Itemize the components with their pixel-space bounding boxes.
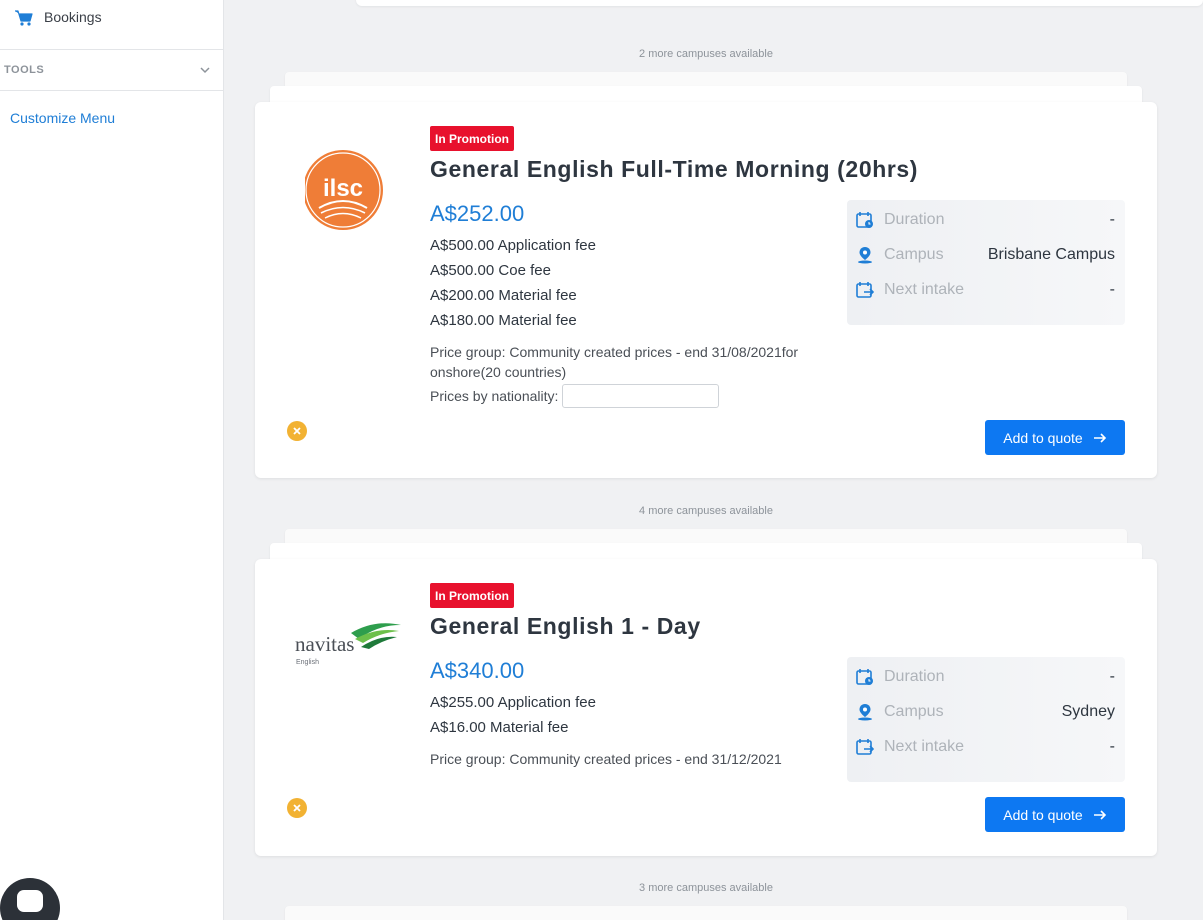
location-pin-icon <box>858 247 872 264</box>
nationality-label: Prices by nationality: <box>430 388 559 404</box>
prices-by-nationality: Prices by nationality: <box>430 384 825 408</box>
info-label: Next intake <box>884 738 965 755</box>
promotion-badge: In Promotion <box>430 126 514 151</box>
fee-item: A$16.00 Material fee <box>430 719 569 736</box>
more-campuses-link[interactable]: 3 more campuses available <box>255 882 1157 894</box>
chat-icon <box>17 890 43 912</box>
fee-item: A$500.00 Coe fee <box>430 262 551 279</box>
close-icon <box>293 427 301 435</box>
info-value: Sydney <box>1061 703 1115 720</box>
info-value: Brisbane Campus <box>987 246 1115 263</box>
close-icon <box>293 804 301 812</box>
course-title[interactable]: General English 1 - Day <box>430 613 701 640</box>
calendar-arrow-icon <box>856 282 874 298</box>
previous-course-card <box>356 0 1203 6</box>
course-card: ilsc In Promotion General English Full-T… <box>255 102 1157 478</box>
chat-button[interactable] <box>0 878 60 920</box>
fee-item: A$180.00 Material fee <box>430 312 577 329</box>
info-label: Duration <box>884 211 945 228</box>
fee-list: A$255.00 Application fee A$16.00 Materia… <box>430 693 825 769</box>
fee-item: A$500.00 Application fee <box>430 237 596 254</box>
logo-wordmark: ilsc <box>323 175 363 202</box>
remove-button[interactable] <box>287 798 307 818</box>
info-value: - <box>1109 211 1115 228</box>
info-next-intake: Next intake - <box>856 278 1115 302</box>
more-campuses-link[interactable]: 4 more campuses available <box>255 505 1157 517</box>
location-pin-icon <box>858 704 872 721</box>
stacked-card-edge <box>285 906 1127 920</box>
course-card: navitas English In Promotion General Eng… <box>255 559 1157 856</box>
calendar-clock-icon <box>856 212 873 228</box>
logo-wordmark: navitas <box>295 632 354 656</box>
cart-icon <box>15 10 33 26</box>
section-label: TOOLS <box>4 64 45 76</box>
remove-button[interactable] <box>287 421 307 441</box>
price-group: Price group: Community created prices - … <box>430 344 799 380</box>
price-group: Price group: Community created prices - … <box>430 751 782 767</box>
more-campuses-link[interactable]: 2 more campuses available <box>255 48 1157 60</box>
info-duration: Duration - <box>856 665 1115 689</box>
promotion-badge: In Promotion <box>430 583 514 608</box>
add-to-quote-button[interactable]: Add to quote <box>985 797 1125 832</box>
info-next-intake: Next intake - <box>856 735 1115 759</box>
nationality-select[interactable] <box>562 384 720 408</box>
course-price: A$340.00 <box>430 658 525 683</box>
info-duration: Duration - <box>856 208 1115 232</box>
info-value: - <box>1109 668 1115 685</box>
course-info-box: Duration - Campus Brisbane Campus Next i… <box>847 200 1125 325</box>
info-value: - <box>1109 281 1115 298</box>
info-campus: Campus Brisbane Campus <box>856 243 1115 267</box>
navitas-logo: navitas English <box>295 623 401 666</box>
info-label: Next intake <box>884 281 965 298</box>
info-value: - <box>1109 738 1115 755</box>
info-label: Campus <box>884 703 944 720</box>
button-label: Add to quote <box>1003 806 1083 823</box>
button-label: Add to quote <box>1003 429 1083 446</box>
arrow-right-icon <box>1093 432 1106 443</box>
add-to-quote-button[interactable]: Add to quote <box>985 420 1125 455</box>
calendar-clock-icon <box>856 669 873 685</box>
course-title[interactable]: General English Full-Time Morning (20hrs… <box>430 156 918 183</box>
ilsc-logo: ilsc <box>305 150 383 230</box>
course-info-box: Duration - Campus Sydney Next intake - <box>847 657 1125 782</box>
calendar-arrow-icon <box>856 739 874 755</box>
fee-item: A$255.00 Application fee <box>430 694 596 711</box>
logo-subtext: English <box>296 659 319 666</box>
arrow-right-icon <box>1093 809 1106 820</box>
customize-menu-link[interactable]: Customize Menu <box>10 110 115 126</box>
sidebar-item-bookings[interactable]: Bookings <box>0 0 223 50</box>
sidebar-item-label: Bookings <box>44 9 102 25</box>
sidebar: Bookings TOOLS Customize Menu <box>0 0 224 920</box>
info-label: Campus <box>884 246 944 263</box>
course-price: A$252.00 <box>430 201 525 226</box>
info-label: Duration <box>884 668 945 685</box>
fee-item: A$200.00 Material fee <box>430 287 577 304</box>
fee-list: A$500.00 Application fee A$500.00 Coe fe… <box>430 236 825 408</box>
sidebar-section-tools[interactable]: TOOLS <box>0 50 223 91</box>
chevron-down-icon <box>200 67 210 74</box>
info-campus: Campus Sydney <box>856 700 1115 724</box>
